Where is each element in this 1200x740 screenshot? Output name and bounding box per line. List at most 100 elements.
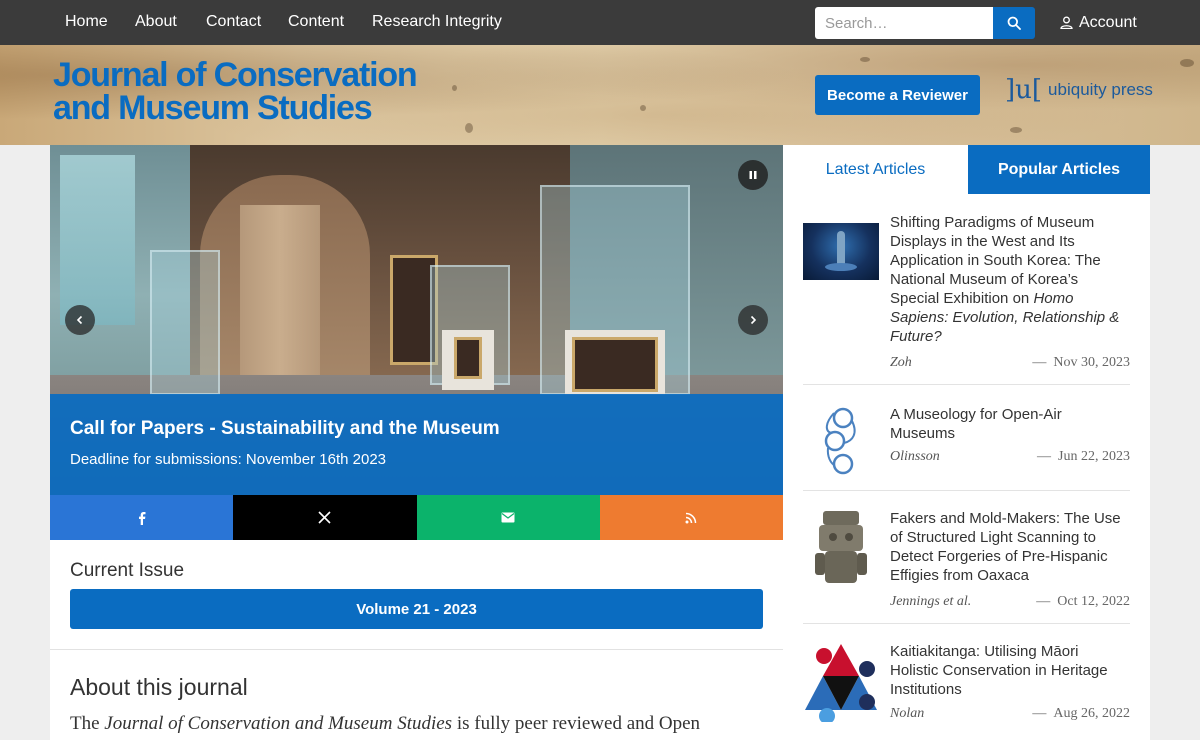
article-thumbnail [803,642,879,722]
search-icon [1007,16,1021,30]
nav-contact-link[interactable]: Contact [206,0,261,45]
nav-home-link[interactable]: Home [65,0,108,45]
banner-texture [465,123,473,133]
article-title-line: Kaitiakitanga: Utilising Māori [890,643,1079,660]
journal-banner: Journal of Conservation and Museum Studi… [0,45,1200,145]
pause-icon [749,171,757,179]
journal-title-line: Journal of Conservation [53,56,418,94]
share-email-button[interactable] [416,495,600,540]
about-text: The Journal of Conservation and Museum S… [70,713,770,735]
icon-painting [454,337,482,379]
about-heading: About this journal [70,674,248,700]
article-title-line: Detect Forgeries of Pre-Hispanic [890,548,1108,565]
current-volume-button[interactable]: Volume 21 - 2023 [70,589,763,629]
facebook-icon [138,511,146,525]
article-date-value: Nov 30, 2023 [1053,355,1130,370]
article-date: — Oct 12, 2022 [1036,594,1130,609]
slider-next-button[interactable] [738,305,768,335]
article-date: — Aug 26, 2022 [1032,706,1130,721]
article-date-value: Jun 22, 2023 [1058,449,1130,464]
article-title-line: Holistic Conservation in Heritage [890,662,1108,679]
slider-pause-button[interactable] [738,160,768,190]
article-title-line: Shifting Paradigms of Museum [890,214,1095,231]
article-title-italic: Sapiens: Evolution, Relationship & [890,309,1120,326]
article-title: A Museology for Open-Air Museums [890,405,1130,443]
nav-content-link[interactable]: Content [288,0,344,45]
slide-caption-title: Call for Papers - Sustainability and the… [70,418,500,439]
publisher-name: ubiquity press [1048,80,1153,99]
share-x-button[interactable] [233,495,417,540]
banner-texture [860,57,870,62]
article-thumbnail [803,401,879,481]
article-date-value: Oct 12, 2022 [1057,594,1130,609]
current-issue-heading: Current Issue [70,560,185,581]
articles-sidebar: Latest Articles Popular Articles Shiftin… [783,145,1150,740]
banner-texture [1180,59,1194,67]
article-thumbnail [803,509,879,587]
article-title-line: Museums [890,425,956,442]
main-column: Call for Papers - Sustainability and the… [50,145,783,740]
share-rss-button[interactable] [599,495,783,540]
portrait-painting [572,337,658,392]
nav-research-integrity-link[interactable]: Research Integrity [372,0,502,45]
article-date-value: Aug 26, 2022 [1053,706,1130,721]
banner-texture [452,85,457,91]
tab-popular-articles[interactable]: Popular Articles [968,145,1150,194]
display-case [150,250,220,395]
banner-texture [1010,127,1022,133]
article-item[interactable]: Shifting Paradigms of Museum Displays in… [803,211,1130,385]
featured-slider: Call for Papers - Sustainability and the… [50,145,783,495]
article-author: Nolan [890,706,925,721]
article-title-italic: Future? [890,328,942,345]
statue-figure [837,231,845,267]
email-icon [501,512,515,523]
banner-texture [640,105,646,111]
share-facebook-button[interactable] [50,495,234,540]
article-title-line: A Museology for Open-Air [890,406,1062,423]
article-title-line: Institutions [890,681,962,698]
article-thumbnail [803,223,879,280]
journal-title[interactable]: Journal of Conservation and Museum Studi… [53,56,418,127]
chevron-right-icon [750,315,757,325]
slide-caption[interactable]: Call for Papers - Sustainability and the… [50,394,783,495]
journal-title-line: and Museum Studies [53,89,373,127]
account-menu[interactable]: Account [1060,0,1137,45]
gallery-window [60,155,135,325]
article-title: Shifting Paradigms of Museum Displays in… [890,213,1130,346]
about-text-journal-name: Journal of Conservation and Museum Studi… [104,713,453,734]
article-author: Jennings et al. [890,594,972,609]
article-title-line: Application in South Korea: The [890,252,1101,269]
slide-caption-subtitle: Deadline for submissions: November 16th … [70,451,387,468]
article-author: Zoh [890,355,912,370]
article-date: — Nov 30, 2023 [1032,355,1130,370]
slider-prev-button[interactable] [65,305,95,335]
chevron-left-icon [76,315,83,325]
ubiquity-logo-mark: ]u[ [1005,75,1043,105]
article-item[interactable]: Fakers and Mold-Makers: The Use of Struc… [803,491,1130,624]
article-title-line: Special Exhibition on [890,290,1034,307]
account-label: Account [1079,13,1137,31]
x-icon [318,511,331,524]
article-title-line: of Structured Light Scanning to [890,529,1096,546]
cycle-diagram-thumbnail [824,407,856,475]
user-icon [1060,16,1073,29]
effigy-thumbnail [815,511,867,583]
search-input[interactable] [815,7,993,39]
article-item[interactable]: Kaitiakitanga: Utilising Māori Holistic … [803,624,1130,740]
publisher-logo[interactable]: ]u[ ubiquity press [1005,77,1153,103]
article-item[interactable]: A Museology for Open-Air Museums Olinsso… [803,385,1130,491]
triangle-diagram-thumbnail [805,644,877,722]
article-title-italic: Homo [1033,290,1074,307]
article-title-line: National Museum of Korea’s [890,271,1079,288]
gallery-door [240,205,320,375]
nav-about-link[interactable]: About [135,0,177,45]
article-title: Kaitiakitanga: Utilising Māori Holistic … [890,642,1130,699]
section-divider [50,649,783,650]
become-reviewer-button[interactable]: Become a Reviewer [815,75,980,115]
tab-latest-articles[interactable]: Latest Articles [783,145,968,194]
article-title-line: Displays in the West and Its [890,233,1075,250]
article-title-line: Fakers and Mold-Makers: The Use [890,510,1121,527]
share-bar [50,495,783,540]
article-title-line: Effigies from Oaxaca [890,567,1029,584]
search-button[interactable] [993,7,1035,39]
